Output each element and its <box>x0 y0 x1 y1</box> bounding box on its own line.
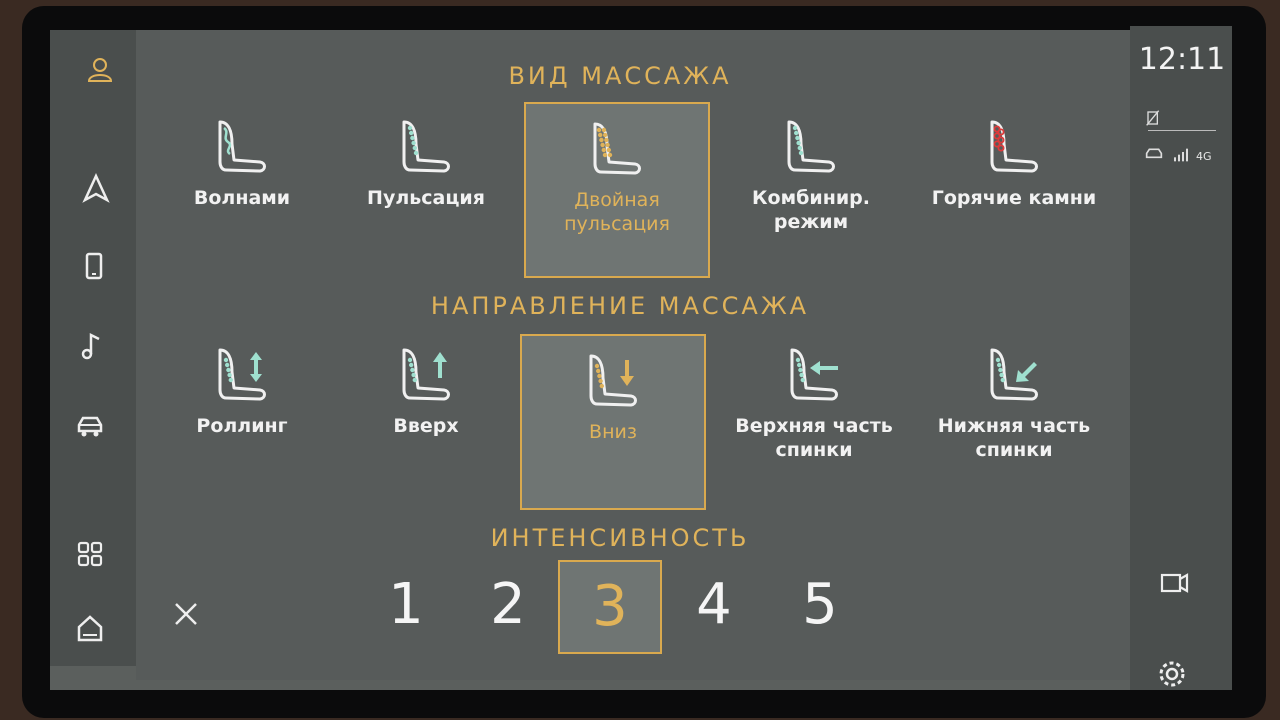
option-label: Вниз <box>589 421 637 443</box>
no-signal-icon <box>1140 104 1168 132</box>
pulse-massage-icon <box>364 116 488 180</box>
option-label: Горячие камни <box>931 187 1097 209</box>
intensity-level-5[interactable]: 5 <box>780 560 860 650</box>
intensity-level-1[interactable]: 1 <box>366 560 446 650</box>
hot-stones-massage-icon <box>924 116 1104 180</box>
wave-option[interactable]: Волнами <box>180 116 304 266</box>
massage-type-title: ВИД МАССАЖА <box>508 62 732 90</box>
phone-icon[interactable] <box>74 246 114 286</box>
lower-back-option[interactable]: Нижняя часть спинки <box>924 344 1104 474</box>
up-direction-icon <box>364 344 488 408</box>
signal-bars-icon <box>1168 140 1196 168</box>
down-option[interactable]: Вниз <box>520 334 706 510</box>
profile-icon[interactable] <box>80 50 120 90</box>
rolling-direction-icon <box>180 344 304 408</box>
option-label: Пульсация <box>367 187 485 209</box>
option-label: Вверх <box>393 415 459 437</box>
pulse-option[interactable]: Пульсация <box>364 116 488 266</box>
camera-icon[interactable] <box>1154 562 1194 602</box>
upper-back-option[interactable]: Верхняя часть спинки <box>724 344 904 474</box>
option-label: Нижняя часть спинки <box>937 415 1091 461</box>
network-type: 4G <box>1196 150 1212 163</box>
massage-direction-title: НАПРАВЛЕНИЕ МАССАЖА <box>430 292 810 320</box>
intensity-title: ИНТЕНСИВНОСТЬ <box>490 524 750 552</box>
status-divider <box>1148 130 1216 131</box>
intensity-level-2[interactable]: 2 <box>468 560 548 650</box>
rolling-option[interactable]: Роллинг <box>180 344 304 454</box>
combined-massage-icon <box>736 116 886 180</box>
upper-back-direction-icon <box>724 344 904 408</box>
intensity-level-4[interactable]: 4 <box>674 560 754 650</box>
car-icon[interactable] <box>70 406 110 446</box>
navigation-icon[interactable] <box>76 168 116 208</box>
wave-massage-icon <box>180 116 304 180</box>
option-label: Комбинир. режим <box>752 187 870 233</box>
apps-grid-icon[interactable] <box>70 534 110 574</box>
down-direction-icon <box>522 336 704 414</box>
option-label: Двойная пульсация <box>564 189 670 235</box>
intensity-level-3[interactable]: 3 <box>558 560 662 654</box>
home-icon[interactable] <box>70 608 110 648</box>
lower-back-direction-icon <box>924 344 1104 408</box>
hot-stones-option[interactable]: Горячие камни <box>924 116 1104 266</box>
combined-option[interactable]: Комбинир. режим <box>736 116 886 266</box>
close-icon[interactable] <box>166 594 206 634</box>
music-icon[interactable] <box>72 326 112 366</box>
option-label: Волнами <box>193 187 291 209</box>
option-label: Роллинг <box>196 415 288 437</box>
settings-gear-icon[interactable] <box>1152 654 1192 694</box>
double-pulse-option[interactable]: Двойная пульсация <box>524 102 710 278</box>
up-option[interactable]: Вверх <box>364 344 488 454</box>
double-pulse-massage-icon <box>526 104 708 182</box>
car-connect-icon <box>1140 140 1168 168</box>
clock: 12:11 <box>1138 42 1226 77</box>
option-label: Верхняя часть спинки <box>735 415 893 461</box>
